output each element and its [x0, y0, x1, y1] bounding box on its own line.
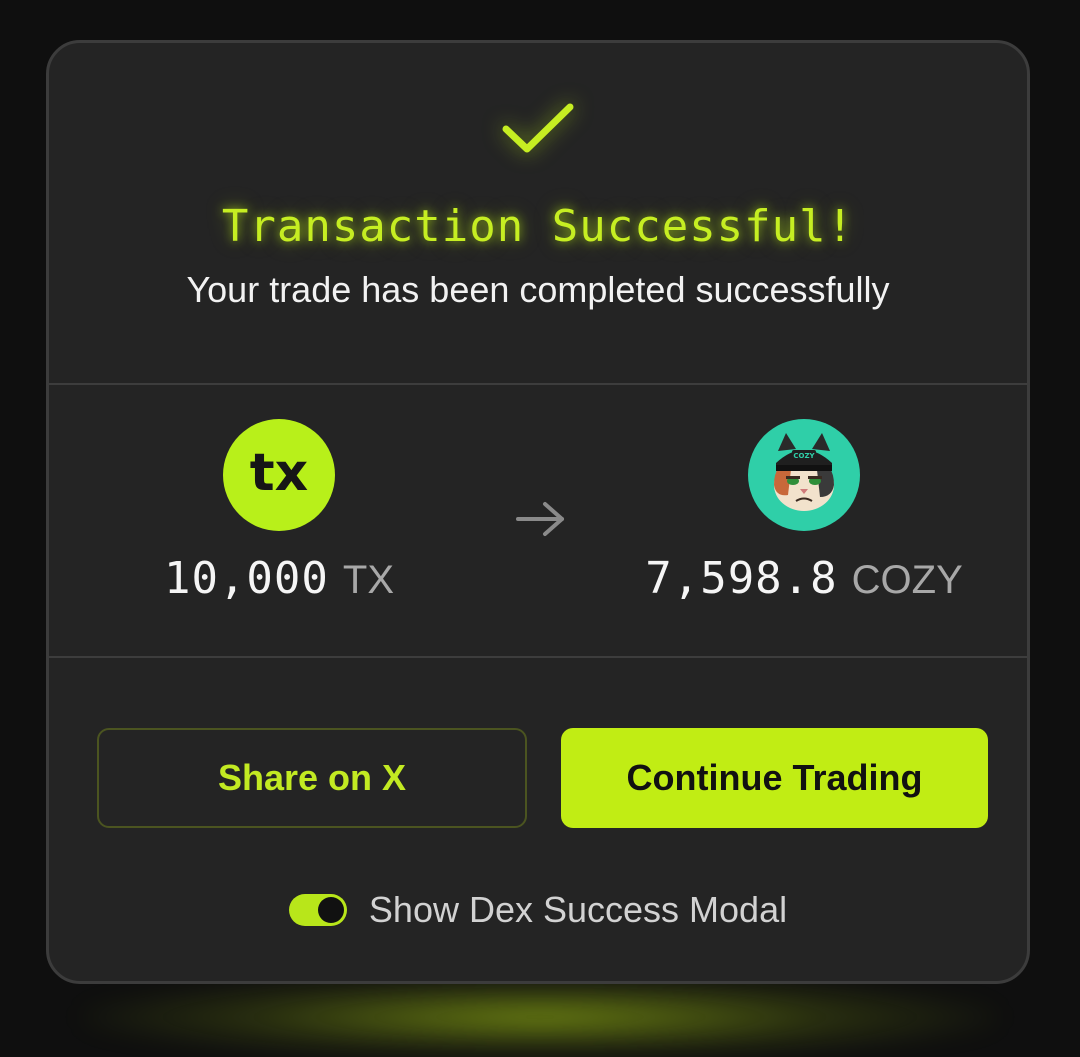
continue-trading-button[interactable]: Continue Trading	[561, 728, 988, 828]
from-symbol: TX	[342, 558, 395, 602]
to-token: COZY 7,598.8 COZY	[624, 419, 984, 604]
cozy-cap-text: COZY	[793, 452, 815, 460]
bottom-glow	[80, 977, 1000, 1057]
modal-subtitle: Your trade has been completed successful…	[186, 269, 890, 310]
to-amount: 7,598.8	[645, 553, 838, 604]
success-check	[49, 101, 1027, 171]
toggle-knob	[317, 897, 344, 923]
checkmark-icon	[502, 103, 574, 153]
from-token: tx 10,000 TX	[149, 419, 409, 604]
success-modal-setting: Show Dex Success Modal	[49, 889, 1027, 931]
modal-title: Transaction Successful!	[221, 201, 855, 252]
from-amount-row: 10,000 TX	[164, 553, 394, 604]
arrow-right-icon	[515, 499, 567, 544]
cozy-cat-logo-icon: COZY	[748, 419, 860, 531]
share-on-x-button[interactable]: Share on X	[97, 728, 527, 828]
divider-bottom	[49, 656, 1027, 658]
divider-top	[49, 383, 1027, 385]
to-symbol: COZY	[851, 558, 963, 602]
toggle-label: Show Dex Success Modal	[368, 889, 788, 930]
success-modal: Transaction Successful! Your trade has b…	[46, 40, 1030, 984]
show-success-modal-toggle[interactable]	[288, 894, 347, 926]
to-amount-row: 7,598.8 COZY	[645, 553, 963, 604]
tx-logo-icon: tx	[223, 419, 335, 531]
from-amount: 10,000	[163, 553, 329, 604]
tx-logo-text: tx	[250, 443, 308, 503]
